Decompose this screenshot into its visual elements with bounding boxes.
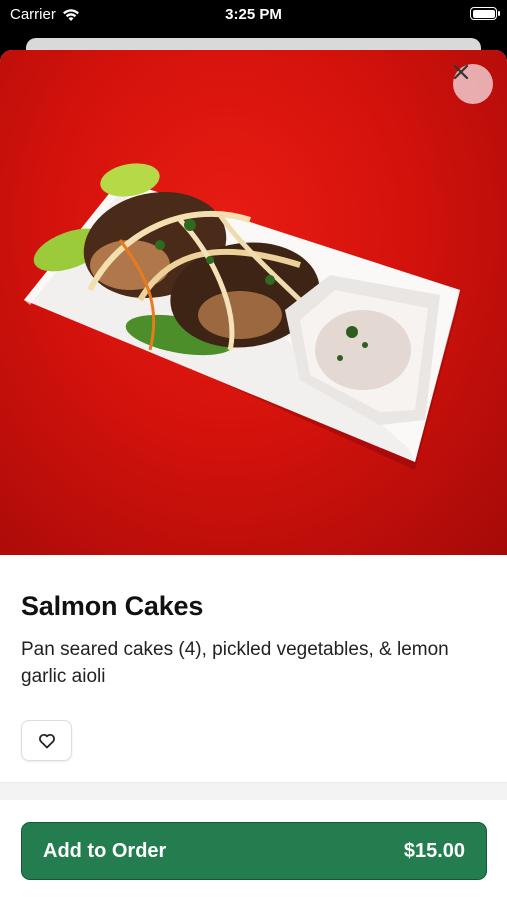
close-icon bbox=[453, 64, 469, 80]
battery-icon bbox=[470, 7, 500, 20]
status-time: 3:25 PM bbox=[225, 6, 282, 23]
add-to-order-button[interactable]: Add to Order $15.00 bbox=[21, 822, 487, 880]
item-price: $15.00 bbox=[403, 839, 465, 862]
favorite-button[interactable] bbox=[21, 720, 72, 761]
order-footer: Add to Order $15.00 bbox=[0, 800, 507, 900]
heart-icon bbox=[38, 733, 55, 748]
food-photo bbox=[0, 50, 507, 555]
add-to-order-label: Add to Order bbox=[43, 839, 167, 862]
item-description: Pan seared cakes (4), pickled vegetables… bbox=[21, 639, 449, 687]
food-photo-illustration bbox=[24, 163, 460, 470]
item-name: Salmon Cakes bbox=[21, 591, 204, 621]
close-button[interactable] bbox=[453, 64, 493, 104]
status-bar: Carrier 3:25 PM bbox=[0, 0, 507, 30]
section-divider bbox=[0, 782, 507, 800]
item-details: Salmon Cakes Pan seared cakes (4), pickl… bbox=[0, 555, 507, 761]
item-detail-sheet: Salmon Cakes Pan seared cakes (4), pickl… bbox=[0, 50, 507, 900]
